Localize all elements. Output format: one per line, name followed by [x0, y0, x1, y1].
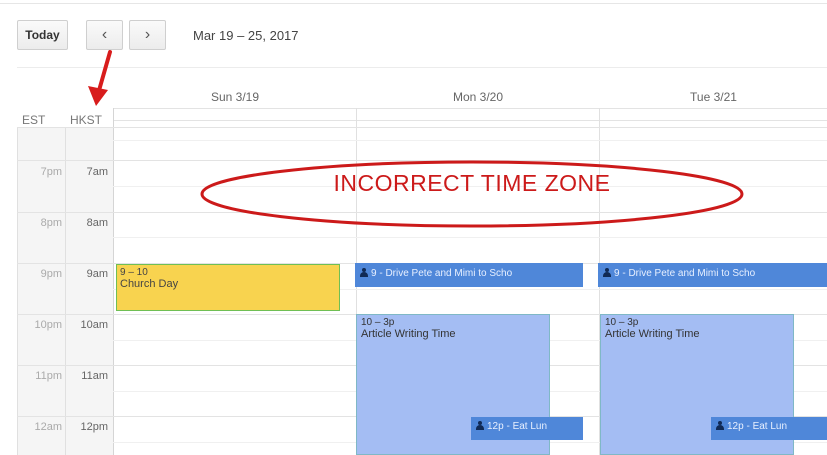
hkst-time-label: 10am — [80, 319, 108, 331]
allday-bottom-line — [113, 120, 827, 121]
event-time: 10 – 3p — [605, 317, 639, 328]
timezone-label-hkst: HKST — [70, 113, 103, 127]
person-icon — [716, 421, 724, 430]
event-text: 9 - Drive Pete and Mimi to Scho — [614, 268, 756, 279]
hkst-time-label: 9am — [86, 268, 108, 280]
previous-week-button[interactable]: ‹ — [86, 20, 123, 50]
gutter-divider — [65, 127, 66, 455]
annotation-text: INCORRECT TIME ZONE — [333, 170, 611, 196]
half-hour-line — [113, 237, 827, 238]
chevron-left-icon: ‹ — [101, 26, 108, 43]
day-header-sun[interactable]: Sun 3/19 — [114, 90, 356, 104]
event-text: 9 - Drive Pete and Mimi to Scho — [371, 268, 513, 279]
event-time: 9 – 10 — [120, 267, 148, 278]
next-week-button[interactable]: › — [129, 20, 166, 50]
est-time-label: 9pm — [40, 268, 62, 280]
hkst-time-label: 12pm — [80, 421, 108, 433]
gutter-left-border — [17, 127, 18, 455]
event-lunch-mon[interactable]: 12p - Eat Lun — [471, 417, 583, 440]
event-drive-mon[interactable]: 9 - Drive Pete and Mimi to Scho — [355, 263, 583, 287]
event-text: 12p - Eat Lun — [727, 421, 788, 432]
est-time-label: 12am — [34, 421, 62, 433]
hour-line — [17, 127, 827, 128]
today-button[interactable]: Today — [17, 20, 68, 50]
chevron-right-icon: › — [144, 26, 151, 43]
event-title: Article Writing Time — [605, 328, 700, 340]
est-time-label: 8pm — [40, 217, 62, 229]
event-title: Church Day — [120, 278, 179, 290]
event-time: 10 – 3p — [361, 317, 395, 328]
event-title: Article Writing Time — [361, 328, 456, 340]
day-header-tue[interactable]: Tue 3/21 — [600, 90, 827, 104]
person-icon — [603, 268, 611, 277]
timezone-label-est: EST — [22, 113, 46, 127]
day-header-mon[interactable]: Mon 3/20 — [357, 90, 599, 104]
person-icon — [476, 421, 484, 430]
est-time-label: 10pm — [34, 319, 62, 331]
allday-top-line — [113, 108, 827, 109]
est-time-label: 11pm — [35, 370, 62, 382]
red-arrow-icon — [88, 50, 112, 106]
hkst-time-label: 7am — [86, 166, 108, 178]
person-icon — [360, 268, 368, 277]
event-text: 12p - Eat Lun — [487, 421, 548, 432]
event-drive-tue[interactable]: 9 - Drive Pete and Mimi to Scho — [598, 263, 827, 287]
top-divider — [0, 3, 827, 4]
event-church-day[interactable]: 9 – 10 Church Day — [116, 264, 340, 311]
event-lunch-tue[interactable]: 12p - Eat Lun — [711, 417, 827, 440]
header-top-line — [17, 67, 827, 68]
date-range-title: Mar 19 – 25, 2017 — [193, 28, 299, 43]
hkst-time-label: 11am — [81, 370, 108, 382]
half-hour-line — [113, 140, 827, 141]
hkst-time-label: 8am — [86, 217, 108, 229]
est-time-label: 7pm — [40, 166, 62, 178]
